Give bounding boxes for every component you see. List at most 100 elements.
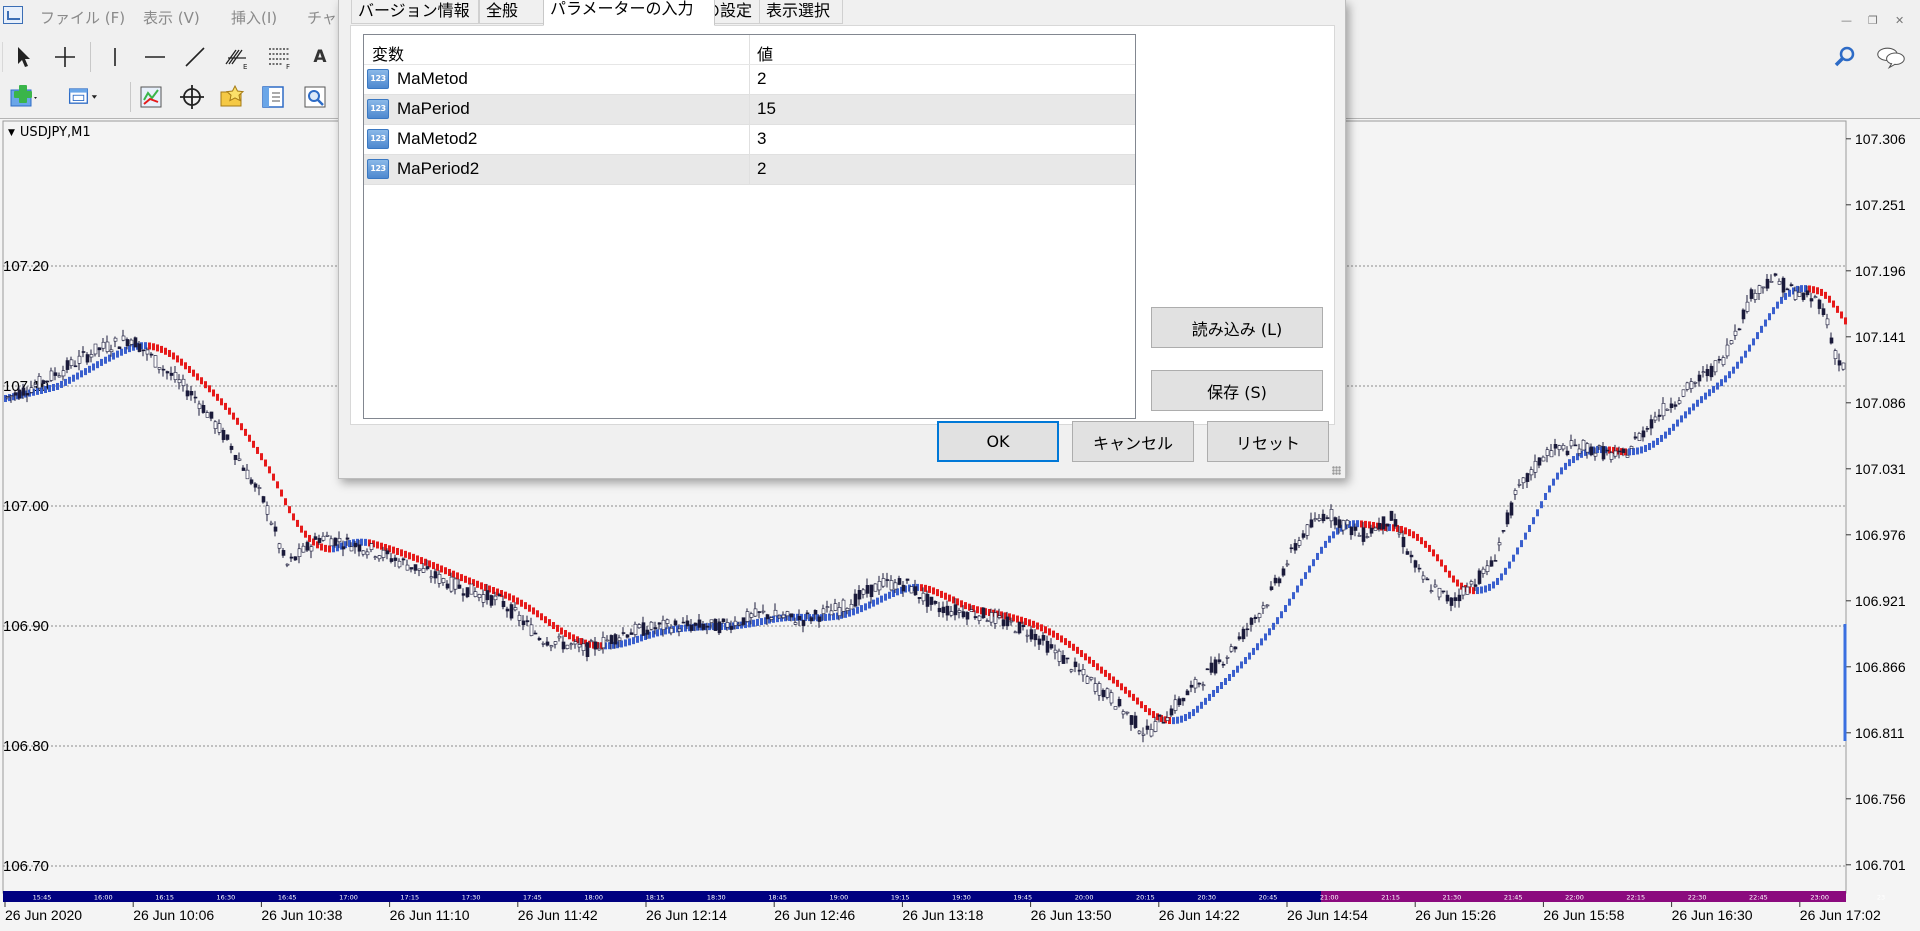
candle-body bbox=[1801, 292, 1806, 300]
candle-body bbox=[813, 610, 818, 615]
candle-body bbox=[1673, 404, 1678, 407]
profiles-icon[interactable] bbox=[67, 82, 97, 112]
candle-body bbox=[1345, 520, 1350, 526]
ma-up-mark bbox=[1740, 356, 1743, 364]
table-row[interactable]: 123 MaPeriod2 2 bbox=[364, 155, 1135, 185]
tab-inputs[interactable]: パラメーターの入力 bbox=[543, 0, 715, 26]
close-icon[interactable]: ✕ bbox=[1895, 14, 1904, 27]
restore-icon[interactable]: ❐ bbox=[1868, 14, 1878, 27]
param-value[interactable]: 3 bbox=[757, 129, 766, 149]
period-bar-label: 20:00 bbox=[1075, 894, 1094, 902]
crosshair-target-icon[interactable] bbox=[177, 82, 207, 112]
resize-grip-icon[interactable] bbox=[1332, 466, 1341, 475]
ma-down-mark bbox=[160, 345, 163, 353]
candle-body bbox=[245, 469, 250, 480]
ma-down-mark bbox=[524, 602, 527, 610]
tab-visualization[interactable]: 表示選択 bbox=[759, 0, 843, 24]
candle-body bbox=[289, 556, 294, 559]
param-value[interactable]: 2 bbox=[757, 69, 766, 89]
chat-icon[interactable] bbox=[1876, 42, 1906, 72]
candle-body bbox=[653, 627, 658, 630]
table-row[interactable]: 123 MaMetod2 3 bbox=[364, 125, 1135, 155]
search-icon[interactable] bbox=[1830, 42, 1860, 72]
time-axis-label: 26 Jun 12:46 bbox=[774, 907, 855, 923]
ma-down-mark bbox=[1036, 622, 1039, 630]
cancel-button[interactable]: キャンセル bbox=[1072, 421, 1194, 462]
candle-body bbox=[1157, 714, 1162, 717]
crosshair-icon[interactable] bbox=[50, 42, 80, 72]
ma-down-mark bbox=[404, 550, 407, 558]
candle-body bbox=[893, 582, 898, 590]
ma-down-mark bbox=[1048, 628, 1051, 636]
market-watch-icon[interactable] bbox=[218, 82, 248, 112]
text-icon[interactable]: A bbox=[305, 42, 335, 72]
menu-insert[interactable]: 挿入(I) bbox=[231, 7, 277, 28]
candle-body bbox=[441, 578, 446, 583]
candle-body bbox=[277, 543, 282, 549]
gann-icon[interactable]: E bbox=[222, 42, 252, 72]
candle-body bbox=[1057, 650, 1062, 662]
ma-down-mark bbox=[200, 377, 203, 385]
ma-up-mark bbox=[1192, 709, 1195, 717]
tab-general[interactable]: 全般 bbox=[479, 0, 546, 24]
ma-down-mark bbox=[1404, 527, 1407, 535]
candle-body bbox=[253, 483, 258, 488]
period-bar-label: 23 bbox=[1877, 894, 1885, 902]
ma-up-mark bbox=[76, 372, 79, 380]
candle-body bbox=[325, 534, 330, 537]
candle-body bbox=[1721, 357, 1726, 366]
candle-body bbox=[1641, 430, 1646, 438]
candle-body bbox=[189, 391, 194, 396]
candle-body bbox=[433, 571, 438, 579]
ma-up-mark bbox=[824, 613, 827, 621]
trendline-icon[interactable] bbox=[180, 42, 210, 72]
app-icon[interactable] bbox=[3, 6, 23, 24]
candle-body bbox=[465, 587, 470, 598]
minimize-icon[interactable]: — bbox=[1841, 14, 1852, 27]
menu-view[interactable]: 表示 (V) bbox=[143, 7, 200, 28]
tab-strip: バージョン情報 全般 パラメーターの入力 色の設定 表示選択 bbox=[339, 0, 1345, 26]
candle-body bbox=[1457, 594, 1462, 602]
candle-body bbox=[1729, 340, 1734, 345]
zoom-icon[interactable] bbox=[300, 82, 330, 112]
reset-button[interactable]: リセット bbox=[1207, 421, 1329, 462]
candle-body bbox=[1569, 440, 1574, 447]
horizontal-line-icon[interactable] bbox=[140, 42, 170, 72]
indicators-icon[interactable] bbox=[136, 82, 166, 112]
candle-body bbox=[825, 606, 830, 608]
ma-down-mark bbox=[220, 398, 223, 406]
ok-button[interactable]: OK bbox=[937, 421, 1059, 462]
ma-down-mark bbox=[1452, 575, 1455, 583]
cursor-icon[interactable] bbox=[9, 42, 39, 72]
ma-down-mark bbox=[248, 434, 251, 442]
ma-up-mark bbox=[1524, 532, 1527, 540]
ma-up-mark bbox=[1484, 585, 1487, 593]
param-value[interactable]: 2 bbox=[757, 159, 766, 179]
candle-body bbox=[169, 372, 174, 376]
candle-body bbox=[1685, 382, 1690, 390]
table-row[interactable]: 123 MaPeriod 15 bbox=[364, 95, 1135, 125]
ma-down-mark bbox=[300, 525, 303, 533]
param-value[interactable]: 15 bbox=[757, 99, 776, 119]
tab-version-info[interactable]: バージョン情報 bbox=[351, 0, 479, 24]
candle-body bbox=[13, 392, 18, 396]
fibonacci-icon[interactable]: F bbox=[265, 42, 295, 72]
ma-down-mark bbox=[520, 599, 523, 607]
candle-body bbox=[389, 558, 394, 562]
save-button[interactable]: 保存 (S) bbox=[1151, 370, 1323, 411]
ma-down-mark bbox=[564, 629, 567, 637]
ma-up-mark bbox=[1648, 443, 1651, 451]
ma-up-mark bbox=[1296, 585, 1299, 593]
load-button[interactable]: 読み込み (L) bbox=[1151, 307, 1323, 348]
ma-up-mark bbox=[884, 593, 887, 601]
candle-body bbox=[1077, 669, 1082, 672]
table-row[interactable]: 123 MaMetod 2 bbox=[364, 65, 1135, 95]
menu-file[interactable]: ファイル (F) bbox=[40, 7, 125, 28]
new-chart-icon[interactable] bbox=[9, 82, 39, 112]
candle-body bbox=[1773, 273, 1778, 276]
vertical-line-icon[interactable] bbox=[100, 42, 130, 72]
ma-up-mark bbox=[1232, 669, 1235, 677]
candle-body bbox=[933, 601, 938, 604]
candle-body bbox=[1817, 299, 1822, 309]
navigator-icon[interactable] bbox=[258, 82, 288, 112]
